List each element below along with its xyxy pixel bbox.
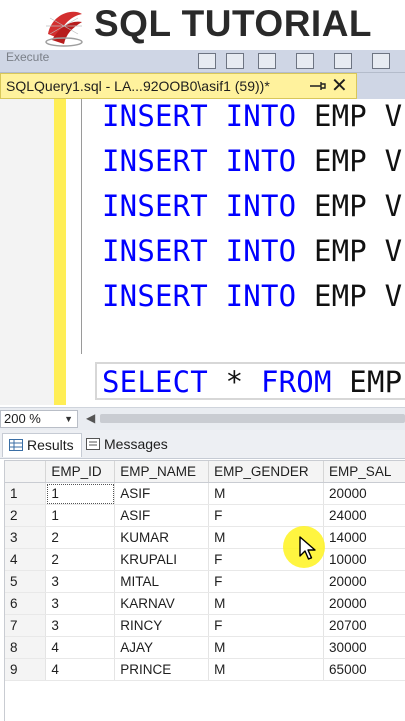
cell-emp-sal[interactable]: 14000: [323, 526, 405, 549]
code-line: INSERT INTO EMP V: [102, 99, 403, 133]
results-grid[interactable]: EMP_ID EMP_NAME EMP_GENDER EMP_SAL 1 1 A…: [4, 460, 405, 721]
cell-emp-gender[interactable]: M: [208, 636, 325, 659]
tab-messages[interactable]: Messages: [86, 433, 172, 457]
cell-emp-sal[interactable]: 20000: [323, 592, 405, 615]
editor-status-bar: 200 % ▼ ◀: [0, 407, 405, 430]
chevron-down-icon: ▼: [64, 414, 73, 424]
cell-emp-sal[interactable]: 65000: [323, 658, 405, 681]
horizontal-scrollbar[interactable]: [100, 414, 405, 423]
cell-emp-id[interactable]: 2: [45, 526, 116, 549]
table-row[interactable]: 9 4 PRINCE M 65000: [5, 658, 405, 681]
close-icon[interactable]: ✕: [331, 75, 348, 97]
cell-emp-id[interactable]: 4: [45, 636, 116, 659]
cell-emp-name[interactable]: KUMAR: [114, 526, 210, 549]
cell-emp-name[interactable]: ASIF: [114, 482, 210, 505]
cell-emp-gender[interactable]: M: [208, 482, 325, 505]
row-number[interactable]: 9: [5, 658, 47, 681]
tab-results-label: Results: [27, 437, 74, 453]
code-line: INSERT INTO EMP V: [102, 279, 403, 313]
pin-icon[interactable]: [309, 77, 327, 95]
row-number[interactable]: 8: [5, 636, 47, 659]
table-row[interactable]: 3 2 KUMAR M 14000: [5, 526, 405, 549]
row-number[interactable]: 1: [5, 482, 47, 505]
execute-button[interactable]: Execute: [6, 50, 49, 64]
tab-strip: [357, 73, 405, 99]
change-tracking-bar: [54, 99, 66, 405]
toolbar-button-icon[interactable]: [334, 53, 352, 69]
tab-results[interactable]: Results: [2, 433, 82, 457]
row-header-corner[interactable]: [5, 461, 47, 483]
zoom-select[interactable]: 200 % ▼: [0, 410, 78, 428]
zoom-value: 200 %: [4, 411, 41, 426]
messages-icon: [86, 438, 100, 450]
cell-emp-sal[interactable]: 10000: [323, 548, 405, 571]
row-number[interactable]: 7: [5, 614, 47, 637]
results-tab-strip: Results Messages: [0, 430, 405, 459]
cell-emp-name[interactable]: ASIF: [114, 504, 210, 527]
toolbar: Execute: [0, 50, 405, 73]
cell-emp-sal[interactable]: 20700: [323, 614, 405, 637]
cell-emp-gender[interactable]: M: [208, 658, 325, 681]
tab-messages-label: Messages: [104, 436, 168, 452]
tab-title: SQLQuery1.sql - LA...92OOB0\asif1 (59))*: [6, 78, 270, 94]
banner-title: SQL TUTORIAL: [94, 3, 373, 44]
cell-emp-sal[interactable]: 20000: [323, 570, 405, 593]
cell-emp-gender[interactable]: F: [208, 504, 325, 527]
toolbar-button-icon[interactable]: [372, 53, 390, 69]
cell-emp-gender[interactable]: F: [208, 614, 325, 637]
toolbar-button-icon[interactable]: [198, 53, 216, 69]
toolbar-button-icon[interactable]: [226, 53, 244, 69]
query-editor[interactable]: INSERT INTO EMP V INSERT INTO EMP V INSE…: [0, 99, 405, 405]
grid-icon: [9, 439, 23, 451]
column-header[interactable]: EMP_ID: [45, 461, 116, 483]
row-number[interactable]: 6: [5, 592, 47, 615]
cell-emp-name[interactable]: KRUPALI: [114, 548, 210, 571]
code-line: INSERT INTO EMP V: [102, 144, 403, 178]
cell-emp-id[interactable]: 2: [45, 548, 116, 571]
cell-emp-id[interactable]: 1: [45, 482, 116, 505]
cell-emp-id[interactable]: 1: [45, 504, 116, 527]
sql-server-logo-icon: [45, 11, 83, 47]
cell-emp-name[interactable]: RINCY: [114, 614, 210, 637]
cell-emp-id[interactable]: 3: [45, 570, 116, 593]
toolbar-button-icon[interactable]: [296, 53, 314, 69]
tab-sqlquery1[interactable]: SQLQuery1.sql - LA...92OOB0\asif1 (59))*…: [0, 73, 357, 99]
column-header[interactable]: EMP_SAL: [323, 461, 405, 483]
outline-guide: [81, 99, 82, 354]
scroll-left-icon[interactable]: ◀: [86, 411, 95, 425]
row-number[interactable]: 3: [5, 526, 47, 549]
cell-emp-id[interactable]: 4: [45, 658, 116, 681]
cell-emp-name[interactable]: AJAY: [114, 636, 210, 659]
mouse-cursor-icon: [299, 536, 316, 560]
cell-emp-name[interactable]: PRINCE: [114, 658, 210, 681]
tutorial-banner: SQL TUTORIAL: [0, 0, 405, 50]
column-header[interactable]: EMP_GENDER: [208, 461, 325, 483]
table-row[interactable]: 2 1 ASIF F 24000: [5, 504, 405, 527]
code-line: INSERT INTO EMP V: [102, 189, 403, 223]
cell-emp-sal[interactable]: 20000: [323, 482, 405, 505]
select-statement: SELECT * FROM EMP: [102, 365, 403, 399]
cell-emp-id[interactable]: 3: [45, 592, 116, 615]
code-line: INSERT INTO EMP V: [102, 234, 403, 268]
cell-emp-sal[interactable]: 30000: [323, 636, 405, 659]
cell-emp-gender[interactable]: F: [208, 570, 325, 593]
row-number[interactable]: 4: [5, 548, 47, 571]
table-row[interactable]: 8 4 AJAY M 30000: [5, 636, 405, 659]
row-number[interactable]: 2: [5, 504, 47, 527]
table-row[interactable]: 6 3 KARNAV M 20000: [5, 592, 405, 615]
table-row[interactable]: 7 3 RINCY F 20700: [5, 614, 405, 637]
table-row[interactable]: 5 3 MITAL F 20000: [5, 570, 405, 593]
cell-emp-sal[interactable]: 24000: [323, 504, 405, 527]
cell-emp-gender[interactable]: M: [208, 592, 325, 615]
toolbar-button-icon[interactable]: [258, 53, 276, 69]
cell-emp-name[interactable]: KARNAV: [114, 592, 210, 615]
column-header[interactable]: EMP_NAME: [114, 461, 210, 483]
line-number-gutter: [0, 99, 55, 405]
cell-emp-id[interactable]: 3: [45, 614, 116, 637]
row-number[interactable]: 5: [5, 570, 47, 593]
table-row[interactable]: 1 1 ASIF M 20000: [5, 482, 405, 505]
table-row[interactable]: 4 2 KRUPALI F 10000: [5, 548, 405, 571]
cell-emp-name[interactable]: MITAL: [114, 570, 210, 593]
